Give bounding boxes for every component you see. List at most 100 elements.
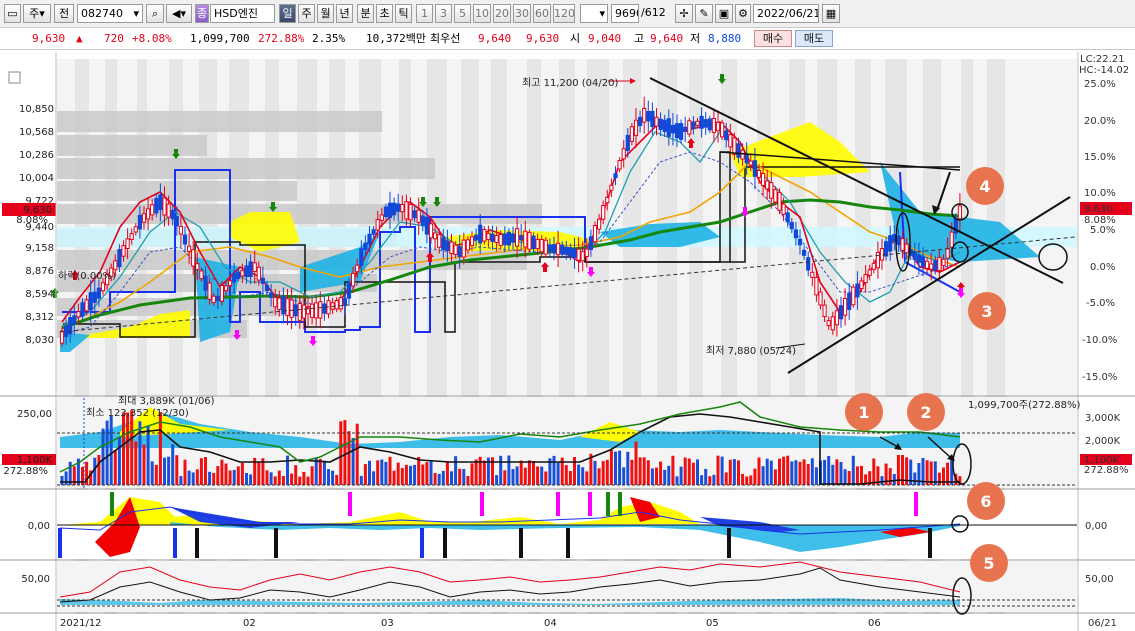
candle	[633, 119, 639, 136]
sell-button[interactable]: 매도	[795, 30, 833, 47]
volume-bar	[220, 459, 224, 485]
stock-name-field[interactable]: HSD엔진	[210, 4, 275, 23]
volume-bar	[60, 475, 64, 485]
volume-bar	[482, 460, 486, 485]
date-input[interactable]: 2022/06/21	[753, 4, 819, 23]
search-icon[interactable]: ⌕	[146, 4, 164, 23]
volume-bar	[265, 470, 269, 485]
period-tick-button[interactable]: 틱	[395, 4, 412, 23]
volume-bar	[753, 468, 757, 485]
volume-bar	[109, 416, 113, 485]
volume-bar	[749, 475, 753, 485]
volume-bar	[359, 475, 363, 485]
volume-bar	[462, 469, 466, 485]
crosshair-icon[interactable]: ✢	[675, 4, 693, 23]
sound-icon[interactable]: ◀▾	[166, 4, 192, 23]
x-tick: 05	[706, 618, 719, 629]
period-minute-button[interactable]: 분	[357, 4, 374, 23]
window-menu-icon[interactable]: ▭	[4, 4, 21, 23]
marker-4-label: 4	[979, 177, 990, 196]
candle	[900, 238, 905, 251]
volume-bar	[659, 461, 663, 485]
candle	[494, 235, 499, 243]
candle	[818, 291, 823, 306]
type-button[interactable]: 전	[54, 4, 74, 23]
volume-bar	[466, 476, 470, 485]
macd-signal-mark	[58, 528, 62, 558]
interval-button[interactable]: 3	[435, 4, 452, 23]
volume-bar	[122, 413, 125, 485]
volume-bar	[827, 456, 831, 485]
period-second-button[interactable]: 초	[376, 4, 393, 23]
candle	[433, 232, 438, 240]
calendar-icon[interactable]: ▦	[822, 4, 840, 23]
candle	[260, 277, 265, 284]
candle	[642, 107, 647, 123]
period-year-button[interactable]: 년	[336, 4, 353, 23]
marker-5-label: 5	[983, 554, 994, 573]
range-input[interactable]: 9690	[611, 4, 639, 23]
candle	[769, 182, 774, 199]
stock-code-input[interactable]: 082740 ▾	[77, 4, 143, 23]
draw-tool-icon[interactable]: ✎	[695, 4, 713, 23]
market-select[interactable]: 주▾	[23, 4, 51, 23]
period-month-button[interactable]: 월	[317, 4, 334, 23]
volume-max-label: 최대 3,889K (01/06)	[118, 395, 215, 407]
candle	[490, 233, 495, 243]
candle	[92, 291, 97, 303]
chart-window: { "toolbar": { "market": "주", "type_labe…	[0, 0, 1135, 631]
volume-bar	[855, 466, 859, 485]
volume-bar	[204, 457, 207, 485]
volume-bar	[778, 458, 781, 485]
volume-bar	[716, 455, 720, 485]
candle	[695, 120, 700, 126]
interval-button[interactable]: 5	[454, 4, 471, 23]
candle	[879, 248, 885, 261]
interval-button[interactable]: 10	[473, 4, 491, 23]
volume-bar	[335, 475, 339, 485]
gear-icon[interactable]: ⚙	[735, 4, 751, 23]
volume-bar	[450, 471, 453, 485]
candle	[572, 248, 577, 259]
candle	[810, 271, 815, 278]
volume-bar	[138, 421, 142, 485]
candle	[146, 208, 151, 220]
macd-signal-mark	[348, 492, 352, 516]
volume-bar	[400, 468, 404, 485]
interval-input[interactable]: ▾	[580, 4, 608, 23]
volume-bar	[154, 464, 158, 485]
volume-bar	[823, 459, 827, 485]
x-tick: 02	[243, 618, 256, 629]
candle	[240, 270, 245, 277]
volume-bar	[454, 456, 458, 485]
candle	[150, 204, 155, 216]
profile-bar	[57, 135, 207, 156]
interval-button[interactable]: 120	[553, 4, 575, 23]
volume-bar	[224, 463, 228, 485]
stock-chart[interactable]: 최고 11,200 (04/20) 최저 7,880 (05/24) 하락(0.…	[0, 52, 1135, 631]
volume-ratio: 272.88%	[258, 32, 305, 45]
buy-button[interactable]: 매수	[754, 30, 792, 47]
volume-bar	[540, 466, 544, 485]
interval-button[interactable]: 60	[533, 4, 551, 23]
volume-bar	[126, 412, 130, 485]
volume-bar	[655, 467, 658, 485]
volume-bar	[913, 472, 917, 485]
volume-bar	[650, 468, 654, 485]
percent-tick: 25.0%	[1084, 79, 1116, 90]
candle	[482, 229, 487, 242]
macd-signal-mark	[173, 528, 177, 558]
volume-bar	[552, 455, 556, 485]
period-week-button[interactable]: 주	[298, 4, 315, 23]
volume-bar	[519, 460, 523, 485]
volume-bar	[273, 476, 277, 485]
period-day-button[interactable]: 일	[279, 4, 296, 23]
right-pct-tag-text: 8.08%	[1084, 215, 1116, 226]
interval-button[interactable]: 1	[416, 4, 433, 23]
candle	[748, 160, 753, 166]
volume-bar	[105, 420, 109, 485]
save-icon[interactable]: ▣	[715, 4, 733, 23]
interval-button[interactable]: 20	[493, 4, 511, 23]
candle	[236, 271, 241, 279]
interval-button[interactable]: 30	[513, 4, 531, 23]
